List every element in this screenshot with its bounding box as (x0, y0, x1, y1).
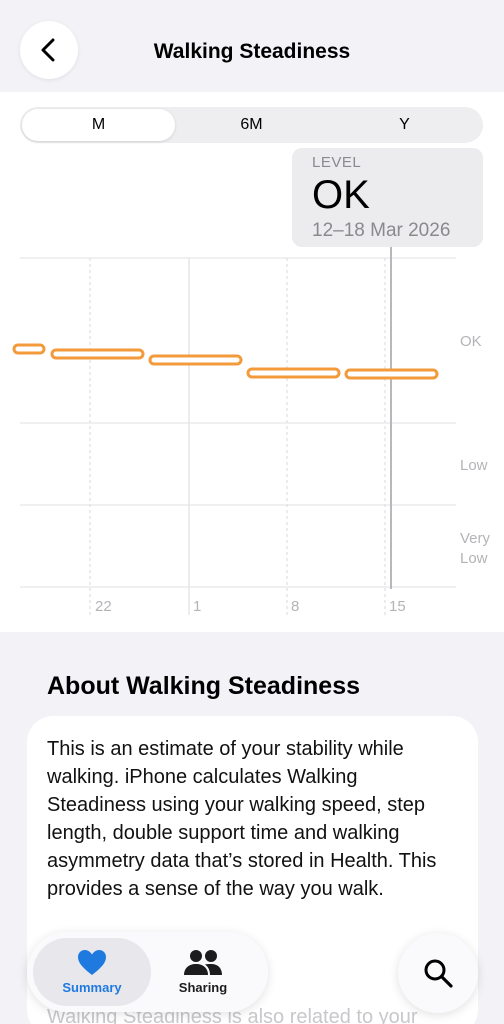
search-button[interactable] (398, 933, 478, 1013)
people-icon (184, 950, 222, 975)
y-band-label: Low (460, 457, 488, 474)
chart-card: M 6M Y OK Low Very Low 22 1 8 15 LEVEL O… (0, 92, 504, 632)
tab-sharing-label: Sharing (178, 980, 228, 995)
tab-sharing[interactable]: Sharing (151, 938, 255, 1006)
about-heading: About Walking Steadiness (47, 672, 361, 700)
tooltip-label: LEVEL (312, 154, 362, 171)
page-title: Walking Steadiness (153, 40, 351, 63)
tab-summary[interactable]: Summary (33, 938, 151, 1006)
level-segment (50, 348, 145, 360)
y-band-label: OK (460, 333, 482, 350)
tab-summary-label: Summary (62, 980, 122, 995)
y-band-label-very: Very (460, 530, 491, 547)
tab-bar: Summary Sharing (27, 932, 268, 1012)
level-segment (12, 343, 46, 355)
x-tick-label: 8 (291, 598, 299, 615)
search-icon (424, 959, 453, 988)
level-segment (344, 368, 439, 380)
selection-tooltip: LEVEL OK 12–18 Mar 2026 (292, 148, 483, 247)
navigation-bar: Walking Steadiness (0, 0, 504, 92)
tooltip-date: 12–18 Mar 2026 (312, 220, 451, 241)
level-segment (246, 367, 341, 379)
x-tick-label: 1 (193, 598, 201, 615)
tooltip-value: OK (312, 173, 370, 217)
x-tick-label: 22 (95, 598, 112, 615)
x-tick-label: 15 (389, 598, 406, 615)
y-band-label-low: Low (460, 550, 488, 567)
heart-icon (78, 950, 106, 975)
about-body: This is an estimate of your stability wh… (47, 738, 437, 900)
level-segment (148, 354, 243, 366)
